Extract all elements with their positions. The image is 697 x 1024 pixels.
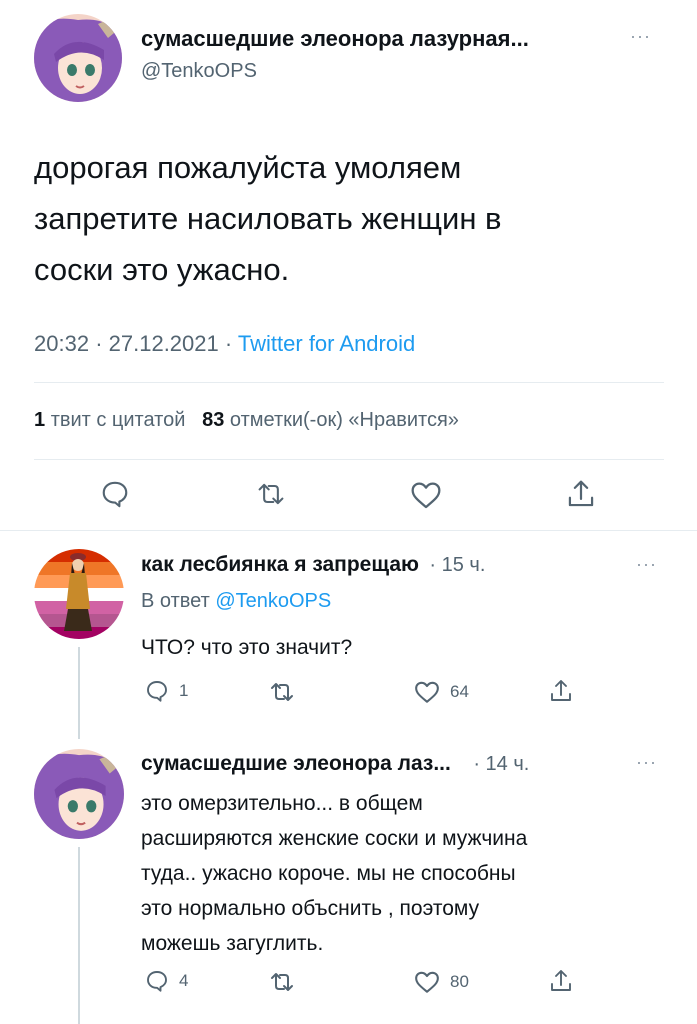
more-options-icon[interactable]: ··· — [636, 752, 657, 773]
likes-link[interactable]: 83 отметки(-ок) «Нравится» — [202, 409, 459, 431]
share-icon — [568, 480, 594, 507]
main-handle[interactable]: @TenkoOPS — [141, 60, 257, 83]
likes-count: 83 — [202, 409, 225, 431]
like-count: 64 — [450, 682, 469, 701]
main-tweet-text: дорогая пожалуйста умоляем запретите нас… — [34, 142, 502, 295]
reply-text-line: туда.. ужасно короче. мы не способны — [141, 862, 516, 885]
share-button[interactable] — [566, 478, 596, 510]
reply-display-name[interactable]: сумасшедшие элеонора лаз... — [141, 752, 451, 775]
retweet-button[interactable] — [255, 480, 287, 508]
reply-button[interactable]: 4 — [145, 969, 188, 993]
reply-time[interactable]: · 14 ч. — [473, 753, 529, 775]
reply-to-handle[interactable]: @TenkoOPS — [215, 590, 331, 612]
main-avatar[interactable] — [34, 14, 122, 102]
reply-to-label: В ответ — [141, 590, 210, 612]
reply-avatar[interactable] — [34, 749, 124, 839]
like-count: 80 — [450, 972, 469, 991]
tweet-source-link[interactable]: Twitter for Android — [238, 331, 415, 356]
retweet-icon — [258, 483, 284, 505]
quotes-label: твит с цитатой — [50, 409, 186, 431]
reply-display-name[interactable]: как лесбиянка я запрещаю — [141, 553, 419, 576]
share-icon — [551, 970, 571, 991]
reply-to-line: В ответ @TenkoOPS — [141, 590, 331, 613]
reply-text-line: ЧТО? что это значит? — [141, 636, 353, 659]
like-button[interactable] — [410, 480, 442, 510]
reply-text: ЧТО? что это значит? — [141, 633, 352, 663]
tweet-date[interactable]: 27.12.2021 — [109, 331, 219, 356]
reply-count: 1 — [179, 681, 189, 700]
tweet-stats: 1 твит с цитатой 83 отметки(-ок) «Нравит… — [34, 409, 459, 432]
retweet-icon — [271, 683, 293, 701]
reply-time[interactable]: · 15 ч. — [429, 554, 485, 576]
reply-avatar[interactable] — [34, 549, 124, 639]
like-button[interactable]: 80 — [414, 970, 469, 994]
thread-line — [78, 647, 80, 739]
quotes-count: 1 — [34, 409, 46, 431]
more-options-icon[interactable]: ··· — [636, 554, 657, 575]
retweet-icon — [271, 973, 293, 991]
reply-button[interactable] — [100, 479, 130, 509]
reply-text-line: это омерзительно... в общем — [141, 792, 423, 815]
like-button[interactable]: 64 — [414, 680, 469, 704]
heart-icon — [415, 971, 439, 993]
likes-label: отметки(-ок) «Нравится» — [229, 409, 459, 431]
tweet-text-line: дорогая пожалуйста умоляем — [34, 150, 462, 185]
more-options-icon[interactable]: ··· — [630, 26, 651, 47]
thread-line — [78, 847, 80, 1024]
retweet-button[interactable] — [268, 970, 296, 994]
heart-icon — [411, 482, 441, 509]
reply-header: как лесбиянка я запрещаю · 15 ч. — [141, 553, 485, 577]
meta-separator: · — [95, 331, 103, 356]
reply-icon — [147, 971, 167, 992]
reply-header: сумасшедшие элеонора лаз... · 14 ч. — [141, 752, 529, 776]
divider — [34, 382, 664, 383]
tweet-time[interactable]: 20:32 — [34, 331, 89, 356]
reply-text-line: это нормально объснить , поэтому — [141, 897, 480, 920]
quote-tweets-link[interactable]: 1 твит с цитатой — [34, 409, 185, 431]
tweet-text-line: соски это ужасно. — [34, 252, 290, 287]
divider — [34, 459, 664, 460]
reply-button[interactable]: 1 — [145, 679, 188, 703]
tweet-meta: 20:32 · 27.12.2021 · Twitter for Android — [34, 331, 415, 357]
reply-text-line: можешь загуглить. — [141, 932, 324, 955]
heart-icon — [415, 681, 439, 703]
retweet-button[interactable] — [268, 680, 296, 704]
share-icon — [551, 680, 571, 701]
meta-separator: · — [224, 331, 233, 356]
reply-icon — [147, 681, 167, 702]
tweet-text-line: запретите насиловать женщин в — [34, 201, 502, 236]
share-button[interactable] — [549, 967, 573, 995]
reply-text: это омерзительно... в общем расширяются … — [141, 786, 527, 961]
reply-text-line: расширяются женские соски и мужчина — [141, 827, 528, 850]
share-button[interactable] — [549, 677, 573, 705]
section-divider — [0, 530, 697, 531]
main-display-name[interactable]: сумасшедшие элеонора лазурная... — [141, 26, 529, 52]
reply-icon — [102, 481, 128, 508]
reply-count: 4 — [179, 971, 189, 990]
